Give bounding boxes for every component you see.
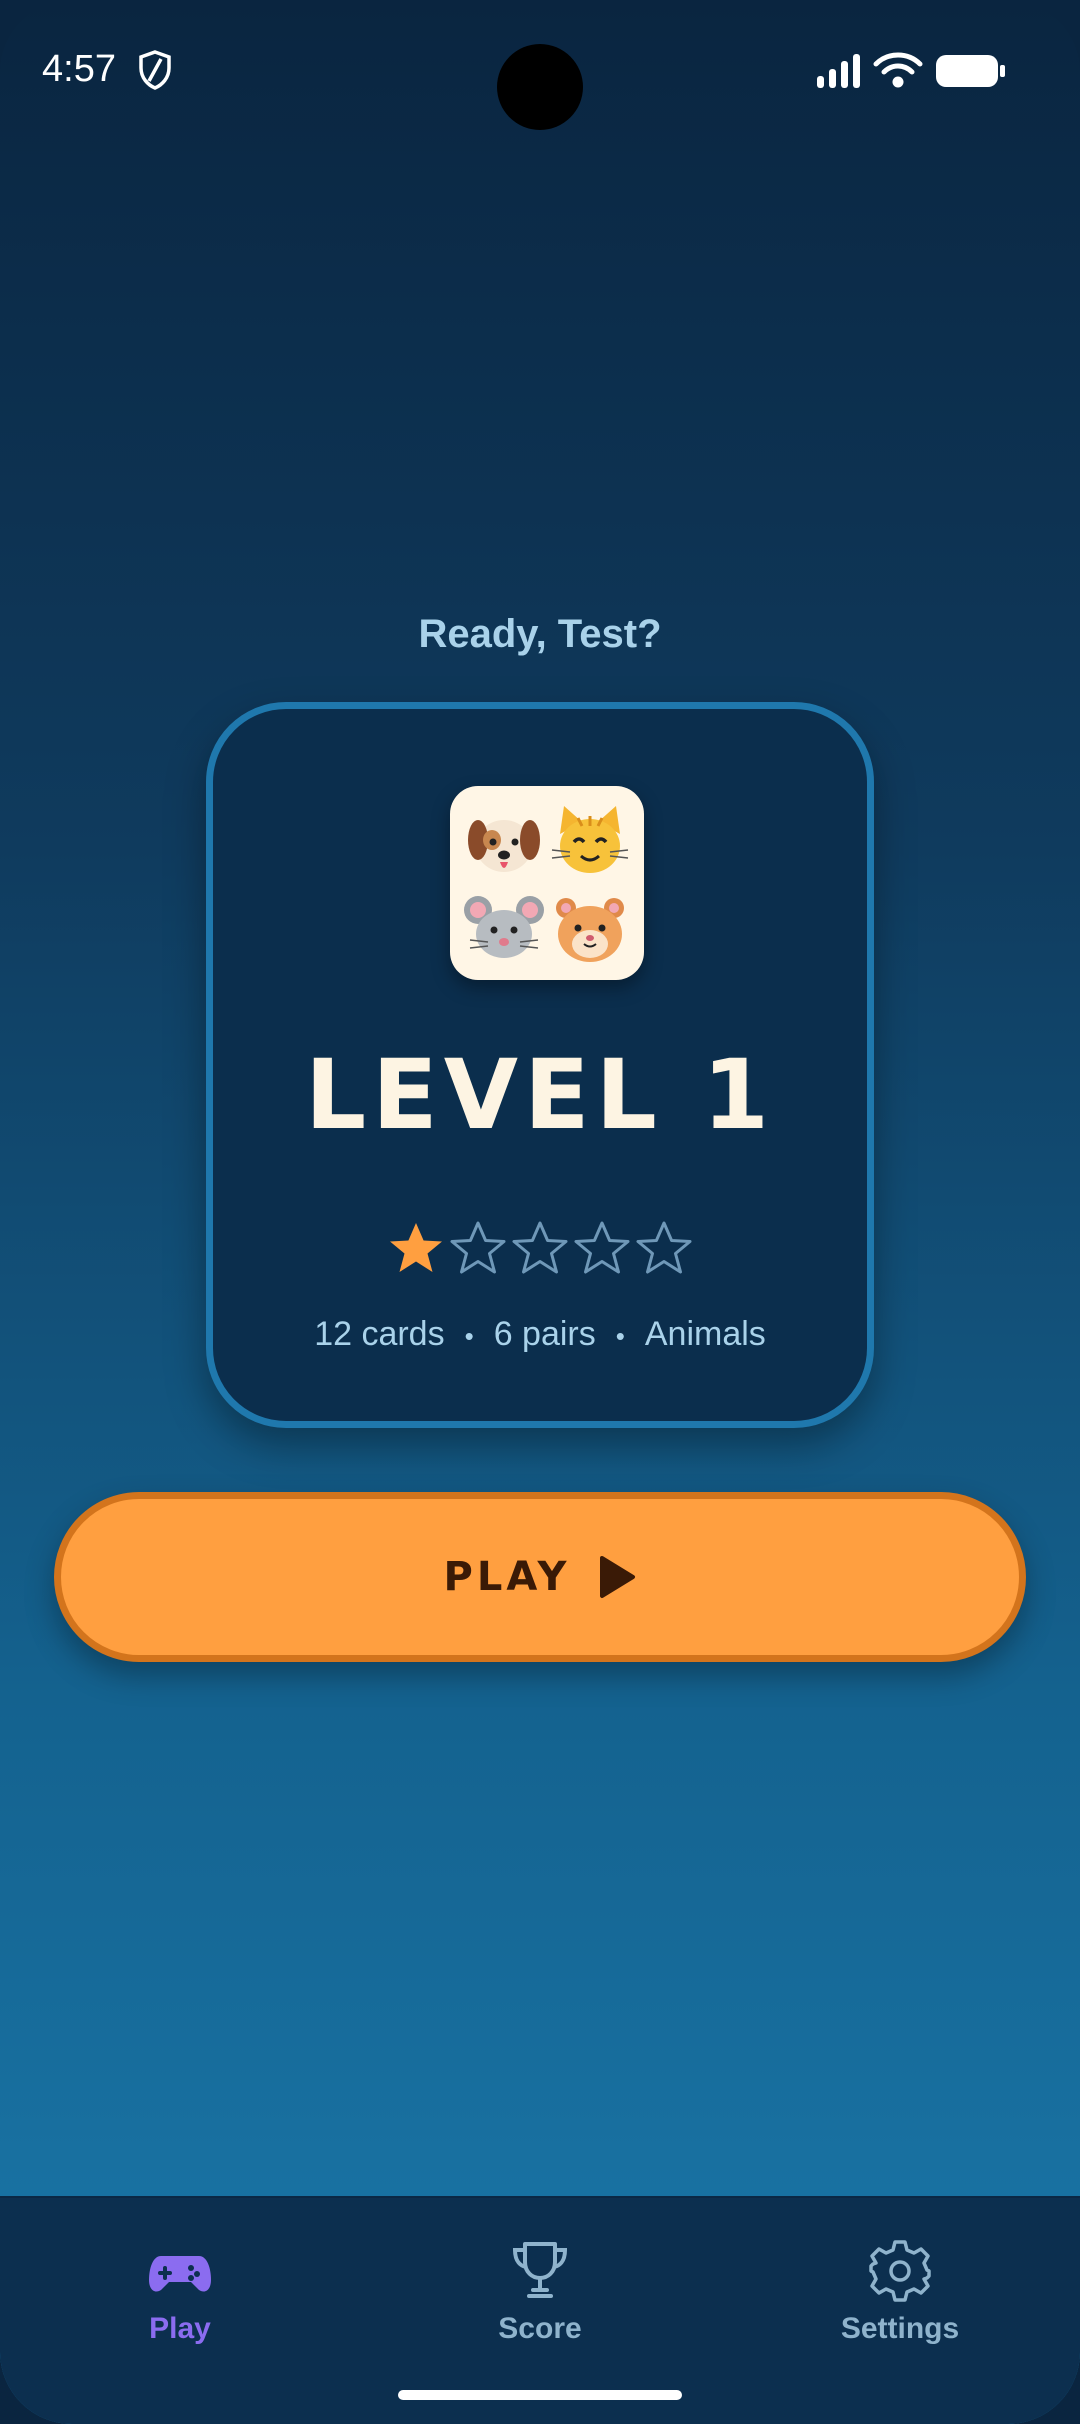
dog-face-icon [468,820,540,872]
play-button[interactable]: PLAY [54,1492,1026,1662]
hamster-face-icon [556,898,624,962]
pair-count: 6 pairs [493,1315,596,1353]
level-card[interactable]: LEVEL 1 12 cards • 6 pairs • Animals [206,702,874,1428]
nav-item-settings[interactable]: Settings [770,2238,1030,2346]
nav-label-settings: Settings [840,2312,960,2345]
nav-label-play: Play [149,2312,211,2345]
star-empty-icon [574,1221,630,1274]
gear-icon [869,2240,931,2302]
status-time: 4:57 [42,48,116,90]
greeting-text: Ready, Test? [418,612,662,656]
separator-dot: • [464,1320,474,1351]
level-title: LEVEL 1 [304,1039,775,1151]
gamepad-icon [149,2256,211,2292]
nav-item-play[interactable]: Play [50,2238,310,2346]
separator-dot: • [615,1320,625,1351]
status-bar: 4:57 [0,0,1080,140]
cat-face-icon [551,806,629,873]
star-empty-icon [636,1221,692,1274]
star-rating [213,1219,867,1283]
star-filled-icon [390,1223,442,1272]
home-indicator[interactable] [398,2390,682,2400]
star-empty-icon [450,1221,506,1274]
card-count: 12 cards [314,1315,445,1353]
battery-icon [936,55,1005,87]
nav-item-score[interactable]: Score [410,2238,670,2346]
wifi-icon [873,52,923,88]
camera-cutout [497,44,583,130]
level-thumbnail [450,786,644,980]
level-details: 12 cards • 6 pairs • Animals [213,1315,867,1354]
category-label: Animals [644,1315,766,1353]
nav-label-score: Score [498,2312,582,2345]
play-button-label: PLAY [443,1554,571,1600]
trophy-icon [512,2242,568,2298]
app-screen: 4:57 Ready, Test? LEVEL 1 12 cards • 6 p… [0,0,1080,2424]
signal-icon [817,54,860,88]
shield-icon [139,50,171,90]
mouse-face-icon [464,896,544,958]
star-empty-icon [512,1221,568,1274]
play-triangle-icon [600,1556,636,1598]
